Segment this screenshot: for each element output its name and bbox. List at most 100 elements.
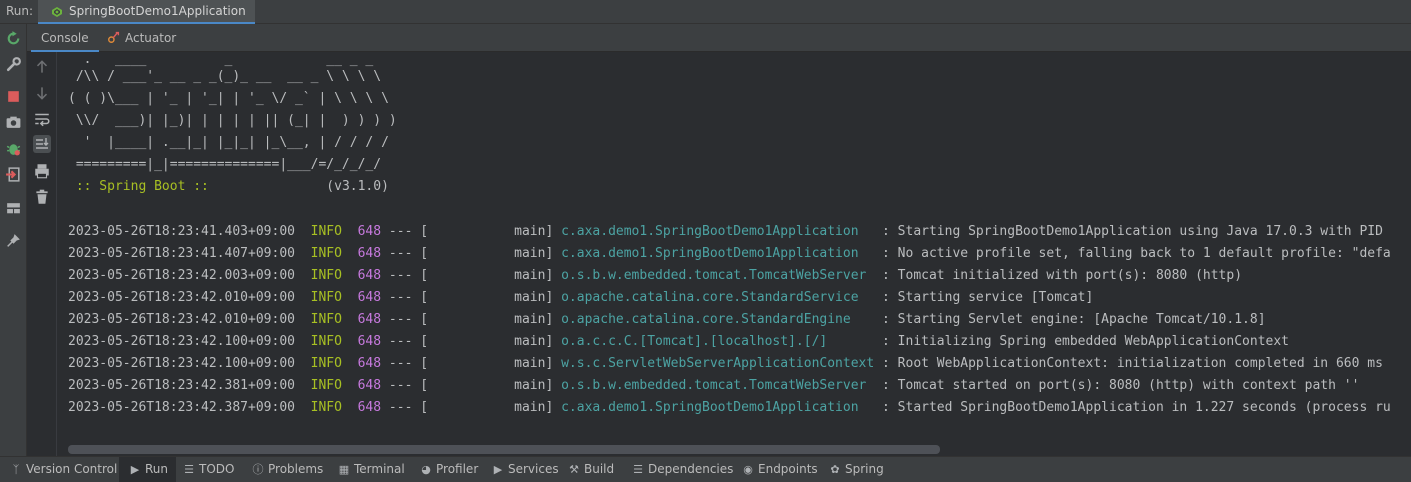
- scroll-down-icon[interactable]: [33, 84, 51, 102]
- rerun-icon[interactable]: [5, 30, 22, 47]
- log-level: INFO: [310, 290, 342, 305]
- banner-line: ' |____| .__|_| |_|_| |_\__, | / / / /: [68, 135, 389, 150]
- list-icon: ☰: [184, 463, 194, 476]
- tool-dependencies[interactable]: ☰ Dependencies: [632, 457, 733, 482]
- tool-services[interactable]: ▶ Services: [492, 457, 559, 482]
- layout-icon[interactable]: [5, 200, 22, 217]
- tool-profiler-label: Profiler: [436, 462, 479, 476]
- horizontal-scrollbar[interactable]: [68, 445, 940, 454]
- log-timestamp: 2023-05-26T18:23:42.381+09:00: [68, 378, 295, 393]
- print-icon[interactable]: [33, 162, 51, 180]
- console-output[interactable]: . ____ _ __ _ _ /\\ / ___'_ __ _ _(_)_ _…: [58, 52, 1411, 456]
- tool-profiler[interactable]: ◕ Profiler: [420, 457, 478, 482]
- console-toolbar: [27, 52, 57, 456]
- log-message: : Starting Servlet engine: [Apache Tomca…: [874, 312, 1266, 327]
- log-thread: --- [ main]: [381, 268, 562, 283]
- scroll-to-end-icon[interactable]: [33, 135, 51, 153]
- log-line: 2023-05-26T18:23:42.387+09:00 INFO 648 -…: [68, 397, 1391, 419]
- log-line: 2023-05-26T18:23:42.381+09:00 INFO 648 -…: [68, 375, 1359, 397]
- scroll-up-icon[interactable]: [33, 58, 51, 76]
- branch-icon: ᛉ: [12, 463, 20, 476]
- log-logger: c.axa.demo1.SpringBootDemo1Application: [561, 224, 875, 239]
- spring-leaf-icon: ✿: [830, 463, 840, 476]
- exit-icon[interactable]: [5, 166, 22, 183]
- log-message: : No active profile set, falling back to…: [874, 246, 1391, 261]
- log-thread: --- [ main]: [381, 356, 562, 371]
- log-timestamp: 2023-05-26T18:23:42.003+09:00: [68, 268, 295, 283]
- log-thread: --- [ main]: [381, 378, 562, 393]
- spring-boot-icon: [52, 7, 62, 17]
- tab-actuator-label: Actuator: [125, 31, 177, 45]
- endpoints-icon: ◉: [743, 463, 753, 476]
- log-message: : Tomcat started on port(s): 8080 (http)…: [874, 378, 1360, 393]
- log-level: INFO: [310, 400, 342, 415]
- log-message: : Starting SpringBootDemo1Application us…: [874, 224, 1383, 239]
- camera-icon[interactable]: [5, 114, 22, 131]
- spring-boot-version-line: :: Spring Boot :: (v3.1.0): [68, 179, 389, 194]
- banner-line: /\\ / ___'_ __ _ _(_)_ __ __ _ \ \ \ \: [68, 69, 382, 84]
- run-actions-strip: [0, 24, 27, 456]
- tab-console-label: Console: [41, 31, 89, 45]
- tool-endpoints[interactable]: ◉ Endpoints: [742, 457, 817, 482]
- log-thread: --- [ main]: [381, 334, 562, 349]
- log-pid: 648: [357, 224, 382, 239]
- log-logger: c.axa.demo1.SpringBootDemo1Application: [561, 246, 875, 261]
- tool-spring[interactable]: ✿ Spring: [829, 457, 883, 482]
- log-line: 2023-05-26T18:23:41.403+09:00 INFO 648 -…: [68, 221, 1383, 243]
- console-subtabs: Console Actuator: [27, 24, 1411, 52]
- banner-line: \\/ ___)| |_)| | | | | || (_| | ) ) ) ): [68, 113, 397, 128]
- log-logger: o.apache.catalina.core.StandardEngine: [561, 312, 875, 327]
- pin-icon[interactable]: [5, 232, 22, 249]
- trash-icon[interactable]: [33, 188, 51, 206]
- tool-version-control[interactable]: ᛉ Version Control: [10, 457, 118, 482]
- log-thread: --- [ main]: [381, 224, 562, 239]
- run-config-tab[interactable]: SpringBootDemo1Application: [38, 0, 255, 24]
- log-line: 2023-05-26T18:23:42.010+09:00 INFO 648 -…: [68, 287, 1093, 309]
- log-thread: --- [ main]: [381, 312, 562, 327]
- tab-actuator[interactable]: Actuator: [97, 24, 186, 52]
- log-thread: --- [ main]: [381, 290, 562, 305]
- tool-todo-label: TODO: [199, 462, 235, 476]
- actuator-icon: [108, 31, 120, 43]
- soft-wrap-icon[interactable]: [33, 110, 51, 128]
- debug-bug-icon[interactable]: [5, 140, 22, 157]
- run-toolwindow-header: Run: SpringBootDemo1Application: [0, 0, 1411, 24]
- log-pid: 648: [357, 268, 382, 283]
- info-circle-icon: ⓘ: [252, 463, 264, 476]
- tool-services-label: Services: [508, 462, 559, 476]
- terminal-icon: ▦: [338, 463, 350, 476]
- log-logger: o.s.b.w.embedded.tomcat.TomcatWebServer: [561, 378, 875, 393]
- log-pid: 648: [357, 334, 382, 349]
- tool-run[interactable]: ▶ Run: [119, 457, 177, 482]
- log-level: INFO: [310, 246, 342, 261]
- stop-icon[interactable]: [5, 88, 22, 105]
- log-timestamp: 2023-05-26T18:23:41.407+09:00: [68, 246, 295, 261]
- log-level: INFO: [310, 224, 342, 239]
- play-icon: ▶: [130, 463, 140, 476]
- log-thread: --- [ main]: [381, 246, 562, 261]
- log-pid: 648: [357, 290, 382, 305]
- tool-terminal[interactable]: ▦ Terminal: [338, 457, 405, 482]
- spring-boot-label: :: Spring Boot ::: [68, 179, 209, 194]
- tab-console[interactable]: Console: [31, 24, 99, 52]
- profiler-icon: ◕: [421, 463, 431, 476]
- log-level: INFO: [310, 268, 342, 283]
- log-line: 2023-05-26T18:23:41.407+09:00 INFO 648 -…: [68, 243, 1391, 265]
- log-timestamp: 2023-05-26T18:23:42.010+09:00: [68, 312, 295, 327]
- wrench-icon[interactable]: [5, 56, 22, 73]
- log-pid: 648: [357, 312, 382, 327]
- log-logger: o.a.c.c.C.[Tomcat].[localhost].[/]: [561, 334, 875, 349]
- log-message: : Started SpringBootDemo1Application in …: [874, 400, 1391, 415]
- tool-build[interactable]: ⚒ Build: [568, 457, 614, 482]
- tool-problems[interactable]: ⓘ Problems: [252, 457, 324, 482]
- log-level: INFO: [310, 378, 342, 393]
- tool-todo[interactable]: ☰ TODO: [183, 457, 234, 482]
- tool-problems-label: Problems: [268, 462, 324, 476]
- spring-boot-version: (v3.1.0): [208, 179, 389, 194]
- log-line: 2023-05-26T18:23:42.100+09:00 INFO 648 -…: [68, 353, 1383, 375]
- log-timestamp: 2023-05-26T18:23:42.387+09:00: [68, 400, 295, 415]
- log-timestamp: 2023-05-26T18:23:41.403+09:00: [68, 224, 295, 239]
- log-logger: w.s.c.ServletWebServerApplicationContext: [561, 356, 875, 371]
- log-level: INFO: [310, 334, 342, 349]
- tool-run-label: Run: [145, 462, 169, 476]
